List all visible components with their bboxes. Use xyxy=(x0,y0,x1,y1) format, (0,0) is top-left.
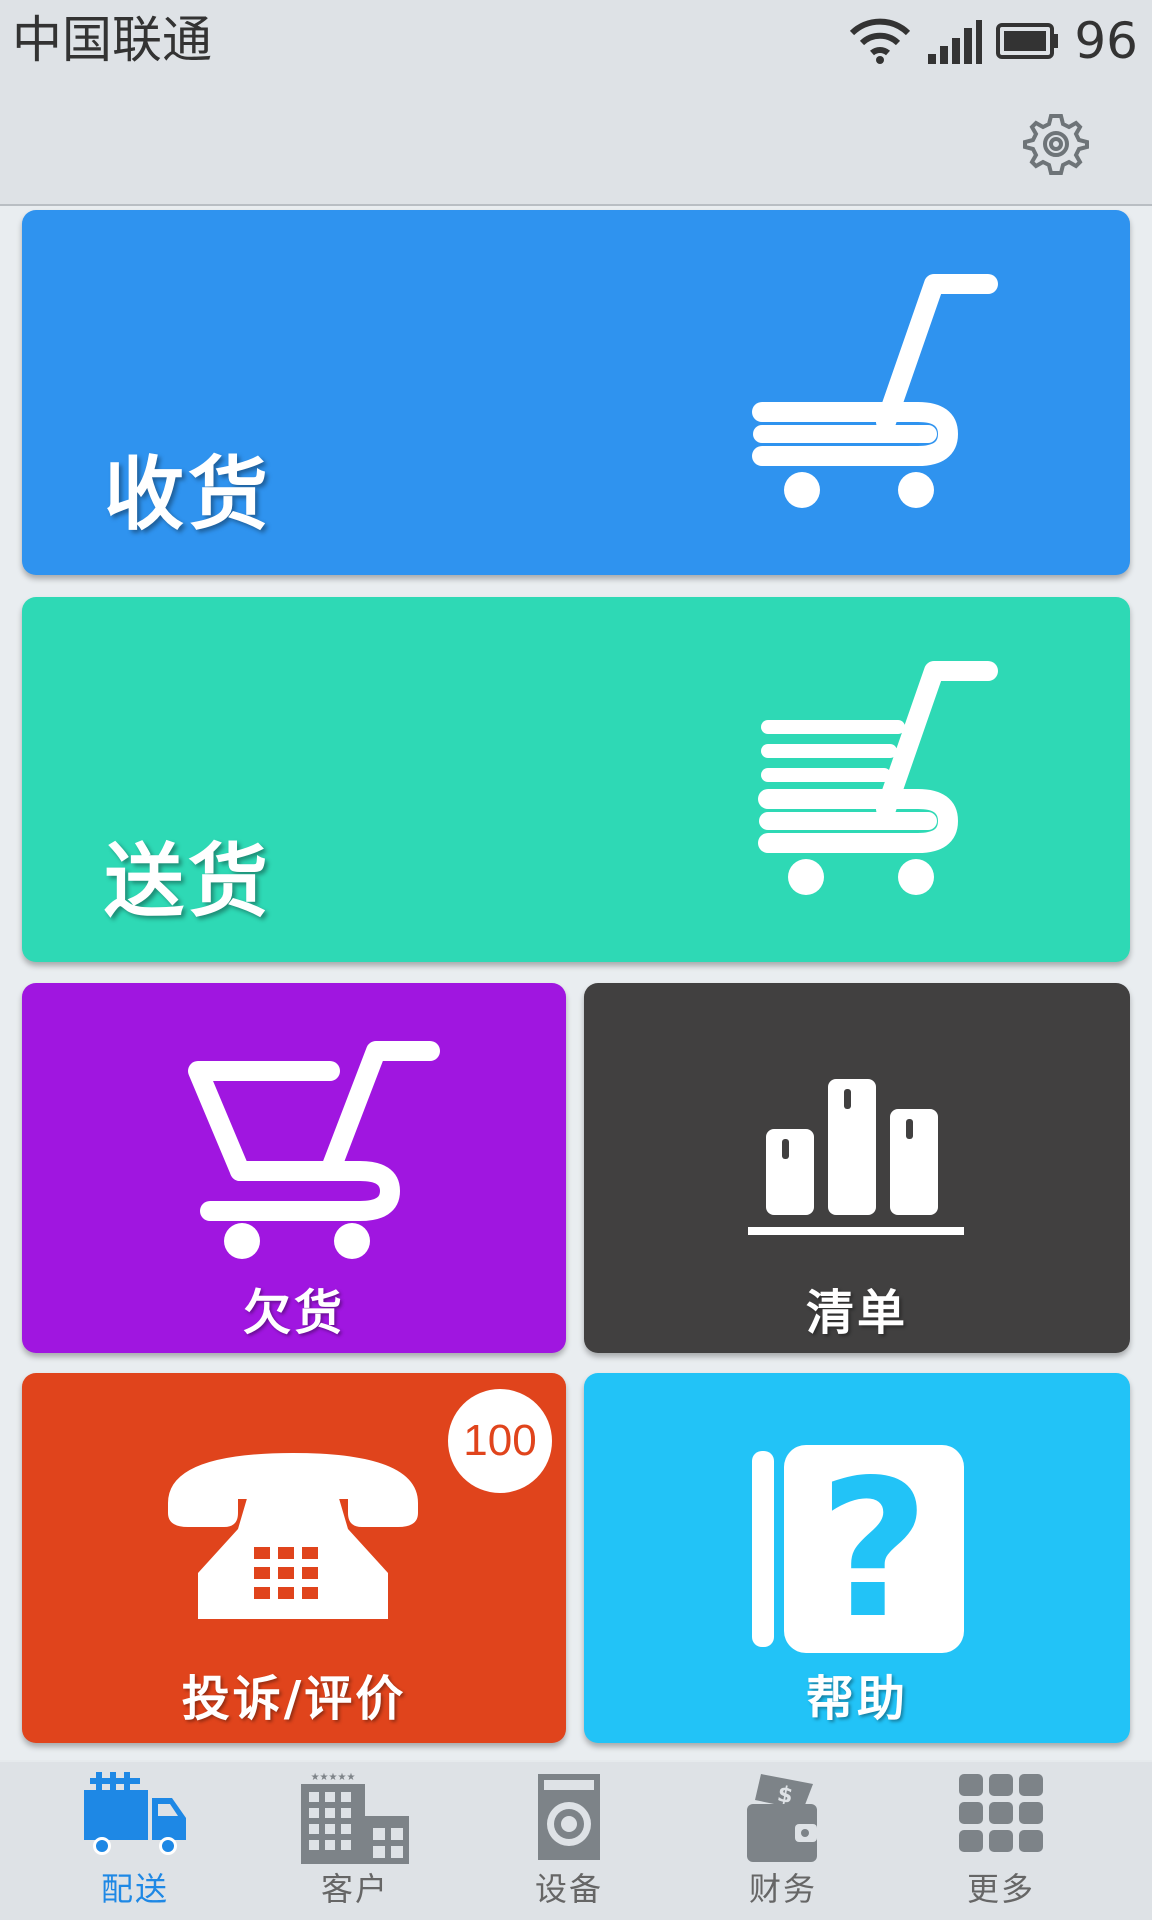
svg-text:★★★★★: ★★★★★ xyxy=(311,1772,356,1783)
washing-machine-icon xyxy=(538,1774,600,1860)
complaint-label: 投诉/评价 xyxy=(181,1671,407,1727)
help-label: 帮助 xyxy=(805,1671,908,1727)
complaint-tile[interactable]: 100 投诉/评价 xyxy=(22,1373,566,1743)
delivery-truck-icon xyxy=(84,1772,186,1855)
list-label: 清单 xyxy=(805,1285,908,1341)
notification-badge: 100 xyxy=(448,1389,552,1493)
shortage-label: 欠货 xyxy=(242,1285,345,1341)
status-bar: 中国联通 96 xyxy=(0,0,1152,82)
telephone-icon xyxy=(168,1453,418,1619)
wifi-icon xyxy=(850,18,911,64)
battery-percent: 96 xyxy=(1074,12,1138,70)
empty-cart-icon xyxy=(188,1041,440,1259)
signal-icon xyxy=(928,20,983,64)
deliver-label: 送货 xyxy=(104,835,272,928)
tab-label-equipment: 设备 xyxy=(534,1870,603,1908)
tab-label-delivery: 配送 xyxy=(100,1870,169,1908)
shortage-tile[interactable]: 欠货 xyxy=(22,983,566,1353)
tab-more[interactable]: 更多 xyxy=(886,1762,1116,1920)
app-bar xyxy=(0,82,1152,206)
receive-tile[interactable]: 收货 xyxy=(22,210,1130,575)
carrier-name: 中国联通 xyxy=(12,11,212,69)
receive-label: 收货 xyxy=(104,448,272,541)
tab-delivery[interactable]: 配送 xyxy=(20,1762,250,1920)
grid-menu-icon xyxy=(959,1774,1043,1852)
tab-customers[interactable]: ★★★★★ 客户 xyxy=(240,1762,470,1920)
deliver-tile[interactable]: 送货 xyxy=(22,597,1130,962)
tab-finance[interactable]: $ 财务 xyxy=(668,1762,898,1920)
settings-button[interactable] xyxy=(1022,110,1090,178)
gear-icon xyxy=(1023,114,1089,175)
shopping-cart-icon xyxy=(752,274,998,508)
help-tile[interactable]: ? 帮助 xyxy=(584,1373,1130,1743)
question-book-icon: ? xyxy=(752,1439,964,1659)
list-tile[interactable]: 清单 xyxy=(584,983,1130,1353)
bottom-tab-bar: 配送 ★★★★★ 客户 设备 $ 财务 更多 xyxy=(0,1762,1152,1920)
tab-label-more: 更多 xyxy=(966,1870,1035,1908)
tab-equipment[interactable]: 设备 xyxy=(454,1762,684,1920)
battery-icon xyxy=(996,23,1059,59)
shopping-cart-with-goods-icon xyxy=(758,661,998,895)
tab-label-customers: 客户 xyxy=(320,1870,389,1908)
svg-text:?: ? xyxy=(819,1439,929,1659)
status-indicators: 96 xyxy=(848,6,1138,76)
wallet-icon: $ xyxy=(747,1774,817,1862)
bar-chart-icon xyxy=(748,1079,964,1235)
hotel-building-icon: ★★★★★ xyxy=(301,1772,409,1864)
tab-label-finance: 财务 xyxy=(748,1870,817,1908)
